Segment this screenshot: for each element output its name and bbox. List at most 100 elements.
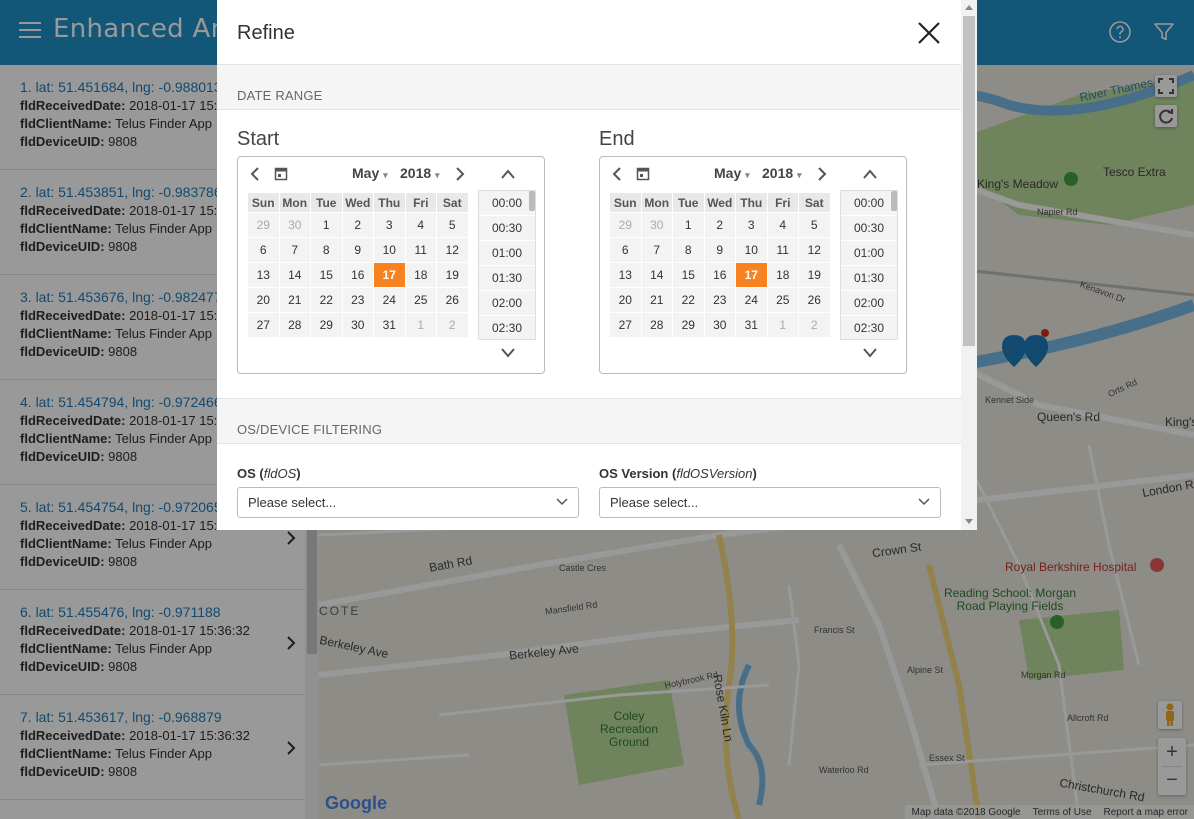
calendar-icon[interactable] <box>274 166 288 181</box>
calendar-day[interactable]: 19 <box>436 262 469 288</box>
time-option[interactable]: 02:30 <box>479 316 535 339</box>
calendar-day[interactable]: 2 <box>436 312 469 338</box>
start-time-list[interactable]: 00:00 00:30 01:00 01:30 02:00 02:30 <box>478 190 536 340</box>
calendar-day[interactable]: 21 <box>640 287 673 313</box>
calendar-day[interactable]: 2 <box>798 312 831 338</box>
calendar-day[interactable]: 18 <box>766 262 799 288</box>
calendar-day[interactable]: 30 <box>341 312 374 338</box>
next-month-icon[interactable] <box>816 166 828 182</box>
calendar-day[interactable]: 10 <box>373 237 406 263</box>
calendar-day[interactable]: 15 <box>672 262 705 288</box>
time-up-icon[interactable] <box>862 168 878 180</box>
calendar-day[interactable]: 10 <box>735 237 768 263</box>
time-option[interactable]: 02:00 <box>841 291 897 316</box>
calendar-day[interactable]: 9 <box>341 237 374 263</box>
time-option[interactable]: 01:30 <box>479 266 535 291</box>
calendar-day-selected[interactable]: 17 <box>373 262 406 288</box>
calendar-day[interactable]: 5 <box>436 212 469 238</box>
calendar-day[interactable]: 20 <box>609 287 642 313</box>
time-up-icon[interactable] <box>500 168 516 180</box>
calendar-day[interactable]: 26 <box>798 287 831 313</box>
calendar-day[interactable]: 7 <box>278 237 311 263</box>
close-icon[interactable] <box>916 20 942 46</box>
calendar-day[interactable]: 3 <box>373 212 406 238</box>
calendar-day[interactable]: 2 <box>341 212 374 238</box>
calendar-day[interactable]: 12 <box>436 237 469 263</box>
calendar-day[interactable]: 11 <box>404 237 437 263</box>
calendar-day[interactable]: 14 <box>278 262 311 288</box>
calendar-day[interactable]: 29 <box>310 312 343 338</box>
time-option[interactable]: 01:00 <box>479 241 535 266</box>
dialog-scrollbar[interactable] <box>961 0 977 530</box>
calendar-day[interactable]: 7 <box>640 237 673 263</box>
calendar-day[interactable]: 9 <box>703 237 736 263</box>
calendar-day[interactable]: 22 <box>310 287 343 313</box>
calendar-day[interactable]: 30 <box>703 312 736 338</box>
calendar-day[interactable]: 15 <box>310 262 343 288</box>
calendar-day[interactable]: 27 <box>609 312 642 338</box>
time-option[interactable]: 00:30 <box>841 216 897 241</box>
time-option[interactable]: 00:30 <box>479 216 535 241</box>
calendar-day[interactable]: 2 <box>703 212 736 238</box>
calendar-day[interactable]: 27 <box>247 312 280 338</box>
time-option[interactable]: 01:30 <box>841 266 897 291</box>
time-option[interactable]: 01:00 <box>841 241 897 266</box>
calendar-day[interactable]: 13 <box>247 262 280 288</box>
calendar-day[interactable]: 24 <box>373 287 406 313</box>
end-year-select[interactable]: 2018 ▾ <box>762 165 802 181</box>
calendar-day[interactable]: 16 <box>703 262 736 288</box>
os-select[interactable]: Please select... <box>237 487 579 518</box>
calendar-day[interactable]: 20 <box>247 287 280 313</box>
time-down-icon[interactable] <box>500 347 516 359</box>
calendar-day-selected[interactable]: 17 <box>735 262 768 288</box>
calendar-day[interactable]: 29 <box>609 212 642 238</box>
calendar-day[interactable]: 4 <box>404 212 437 238</box>
calendar-day[interactable]: 30 <box>640 212 673 238</box>
os-version-select[interactable]: Please select... <box>599 487 941 518</box>
calendar-day[interactable]: 12 <box>798 237 831 263</box>
calendar-day[interactable]: 31 <box>373 312 406 338</box>
calendar-day[interactable]: 8 <box>310 237 343 263</box>
calendar-day[interactable]: 26 <box>436 287 469 313</box>
calendar-day[interactable]: 6 <box>247 237 280 263</box>
start-year-select[interactable]: 2018 ▾ <box>400 165 440 181</box>
calendar-day[interactable]: 23 <box>341 287 374 313</box>
calendar-day[interactable]: 28 <box>278 312 311 338</box>
calendar-day[interactable]: 4 <box>766 212 799 238</box>
time-option[interactable]: 02:00 <box>479 291 535 316</box>
calendar-day[interactable]: 16 <box>341 262 374 288</box>
time-option[interactable]: 00:00 <box>841 191 897 216</box>
previous-month-icon[interactable] <box>611 166 623 182</box>
calendar-icon[interactable] <box>636 166 650 181</box>
calendar-day[interactable]: 24 <box>735 287 768 313</box>
calendar-day[interactable]: 1 <box>404 312 437 338</box>
calendar-day[interactable]: 25 <box>766 287 799 313</box>
calendar-day[interactable]: 6 <box>609 237 642 263</box>
calendar-day[interactable]: 22 <box>672 287 705 313</box>
calendar-day[interactable]: 1 <box>672 212 705 238</box>
previous-month-icon[interactable] <box>249 166 261 182</box>
calendar-day[interactable]: 31 <box>735 312 768 338</box>
calendar-day[interactable]: 25 <box>404 287 437 313</box>
calendar-day[interactable]: 5 <box>798 212 831 238</box>
end-month-select[interactable]: May ▾ <box>714 165 750 181</box>
calendar-day[interactable]: 30 <box>278 212 311 238</box>
calendar-day[interactable]: 1 <box>766 312 799 338</box>
calendar-day[interactable]: 28 <box>640 312 673 338</box>
time-option[interactable]: 02:30 <box>841 316 897 339</box>
calendar-day[interactable]: 29 <box>672 312 705 338</box>
time-option[interactable]: 00:00 <box>479 191 535 216</box>
calendar-day[interactable]: 3 <box>735 212 768 238</box>
calendar-day[interactable]: 14 <box>640 262 673 288</box>
calendar-day[interactable]: 13 <box>609 262 642 288</box>
calendar-day[interactable]: 1 <box>310 212 343 238</box>
calendar-day[interactable]: 19 <box>798 262 831 288</box>
calendar-day[interactable]: 18 <box>404 262 437 288</box>
end-time-list[interactable]: 00:00 00:30 01:00 01:30 02:00 02:30 <box>840 190 898 340</box>
calendar-day[interactable]: 21 <box>278 287 311 313</box>
calendar-day[interactable]: 23 <box>703 287 736 313</box>
calendar-day[interactable]: 11 <box>766 237 799 263</box>
time-down-icon[interactable] <box>862 347 878 359</box>
calendar-day[interactable]: 8 <box>672 237 705 263</box>
calendar-day[interactable]: 29 <box>247 212 280 238</box>
